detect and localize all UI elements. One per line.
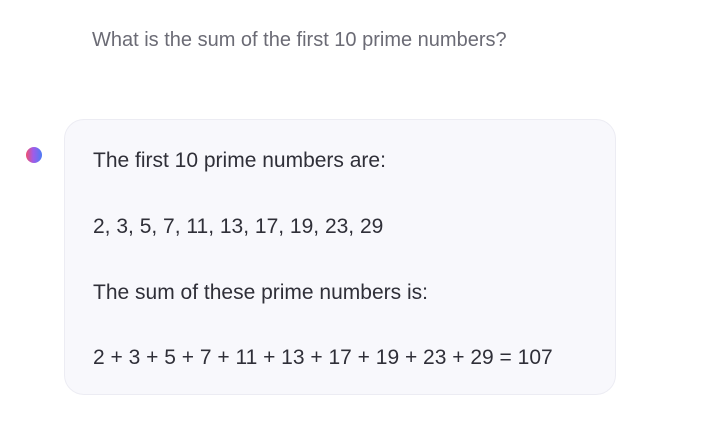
- user-message: What is the sum of the first 10 prime nu…: [92, 29, 507, 51]
- assistant-message-line: 2 + 3 + 5 + 7 + 11 + 13 + 17 + 19 + 23 +…: [93, 346, 553, 369]
- chat-page: What is the sum of the first 10 prime nu…: [0, 0, 707, 437]
- assistant-message-line: 2, 3, 5, 7, 11, 13, 17, 19, 23, 29: [93, 215, 384, 238]
- assistant-message-card: The first 10 prime numbers are: 2, 3, 5,…: [64, 119, 616, 395]
- assistant-message-line: The first 10 prime numbers are:: [93, 149, 386, 172]
- assistant-message-line: The sum of these prime numbers is:: [93, 281, 428, 304]
- assistant-avatar-icon: [26, 147, 42, 163]
